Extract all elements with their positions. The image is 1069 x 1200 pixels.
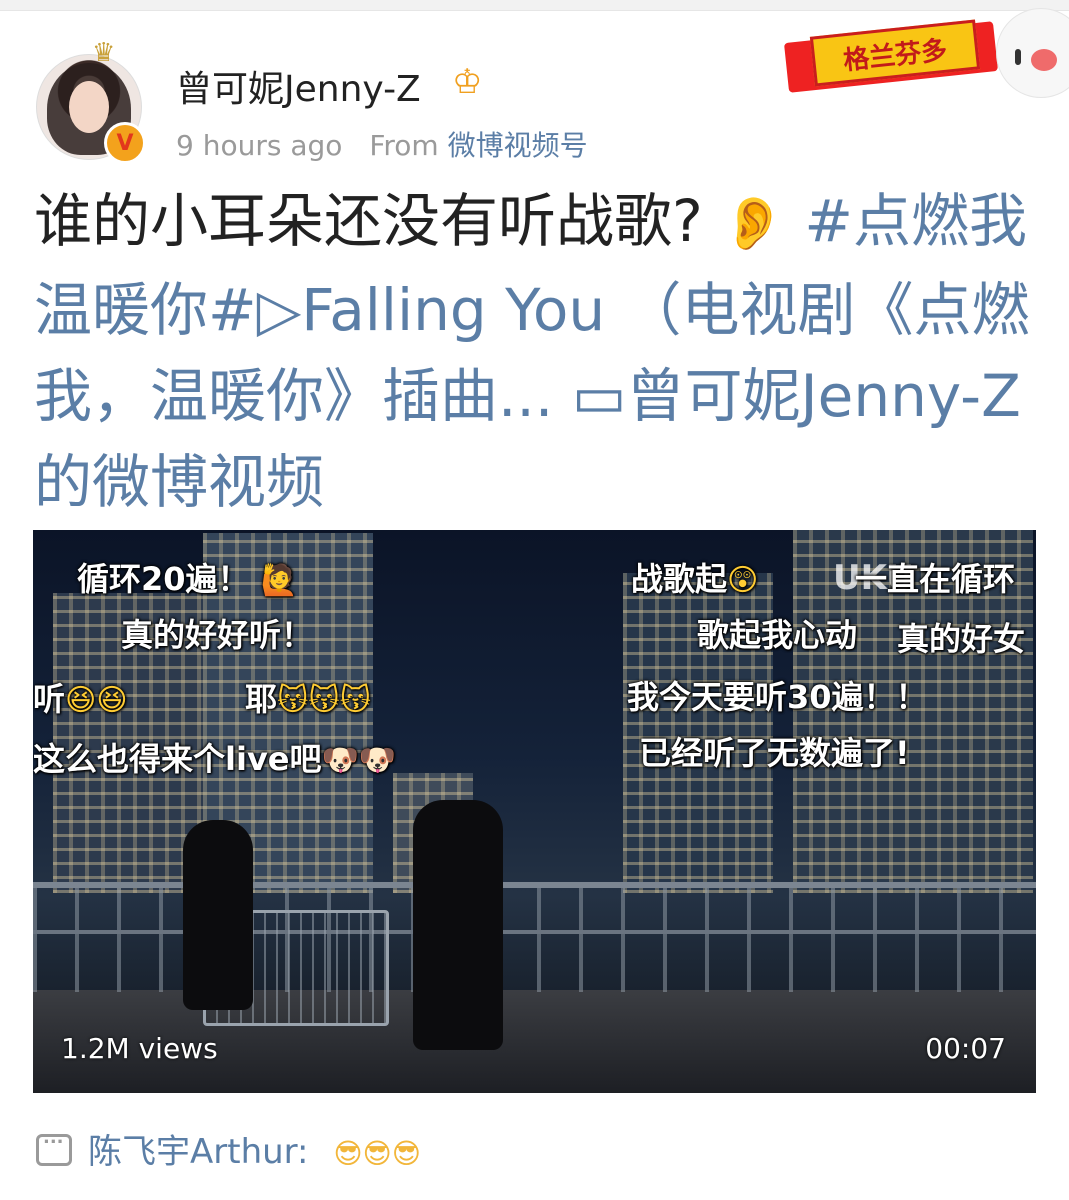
post-time: 9 hours ago [176, 129, 343, 162]
danmaku-comment: 歌起我心动 [697, 616, 858, 654]
danmaku-comment: 战歌起😲 [631, 560, 759, 598]
comment-icon[interactable] [36, 1127, 72, 1166]
danmaku-comment: 我今天要听30遍！！ [627, 678, 928, 716]
mascot-eye [1015, 49, 1021, 65]
badge-banner: 格兰芬多 [783, 18, 999, 93]
danmaku-comment: 一直在循环 [855, 560, 1016, 598]
comment-author[interactable]: 陈飞宇Arthur: [88, 1132, 309, 1172]
danmaku-comment: 耶😽😽😽 [245, 680, 371, 718]
verified-badge-icon: V [104, 122, 146, 164]
danmaku-comment: 真的好好听！ [121, 616, 314, 654]
person [413, 800, 503, 1050]
avatar-face [69, 81, 109, 133]
ear-icon: 👂 [721, 194, 786, 254]
username[interactable]: 曾可妮Jenny-Z [176, 60, 421, 112]
perfume-icon: ♛ [92, 38, 116, 68]
video-duration: 00:07 [925, 1032, 1006, 1065]
danmaku-comment: 听😆😆 [33, 680, 128, 718]
crown-icon: ♔ [452, 62, 483, 102]
banner-label: 格兰芬多 [809, 19, 981, 87]
post-body: 谁的小耳朵还没有听战歌? [34, 187, 703, 255]
video-player[interactable]: UKU 循环20遍！ 🙋 真的好好听！ 听😆😆 耶😽😽😽 这么也得来个live吧… [33, 530, 1036, 1093]
danmaku-comment: 循环20遍！ 🙋 [77, 560, 299, 598]
mascot-nose [1031, 49, 1057, 71]
top-comment[interactable]: 陈飞宇Arthur: 😎😎😎 [88, 1124, 421, 1173]
mascot-icon[interactable] [996, 8, 1069, 98]
post-text: 谁的小耳朵还没有听战歌? 👂 #点燃我温暖你#▷Falling You （电视剧… [34, 178, 1044, 525]
danmaku-comment: 这么也得来个live吧🐶🐶 [33, 740, 397, 778]
danmaku-comment: 真的好女 [897, 620, 1026, 658]
video-views: 1.2M views [61, 1032, 218, 1065]
top-divider [0, 0, 1069, 11]
post-meta: 9 hours ago From 微博视频号 [176, 124, 588, 164]
comment-emojis: 😎😎😎 [333, 1137, 421, 1170]
source-link[interactable]: 微博视频号 [448, 129, 588, 162]
from-label: From [369, 129, 439, 162]
danmaku-comment: 已经听了无数遍了! [639, 734, 910, 772]
person [183, 820, 253, 1010]
